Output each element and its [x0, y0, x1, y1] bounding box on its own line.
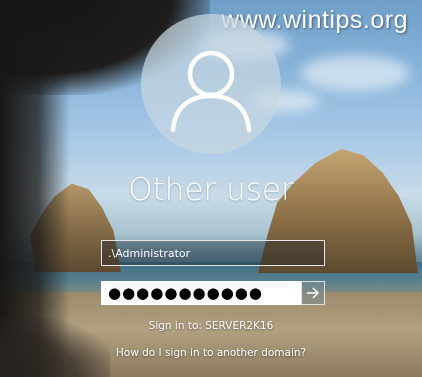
password-row — [101, 281, 325, 305]
username-input[interactable] — [101, 240, 325, 266]
arrow-right-icon — [307, 287, 319, 299]
user-display-name: Other user — [128, 172, 294, 208]
user-silhouette-icon — [170, 50, 252, 133]
other-domain-link[interactable]: How do I sign in to another domain? — [0, 347, 422, 359]
cloud — [300, 55, 410, 91]
user-avatar — [141, 14, 281, 154]
password-input[interactable] — [101, 281, 301, 305]
lock-screen: www.wintips.org Other user Sign in to: S… — [0, 0, 422, 377]
submit-button[interactable] — [301, 281, 325, 305]
sign-in-target-label: Sign in to: SERVER2K16 — [148, 320, 274, 332]
